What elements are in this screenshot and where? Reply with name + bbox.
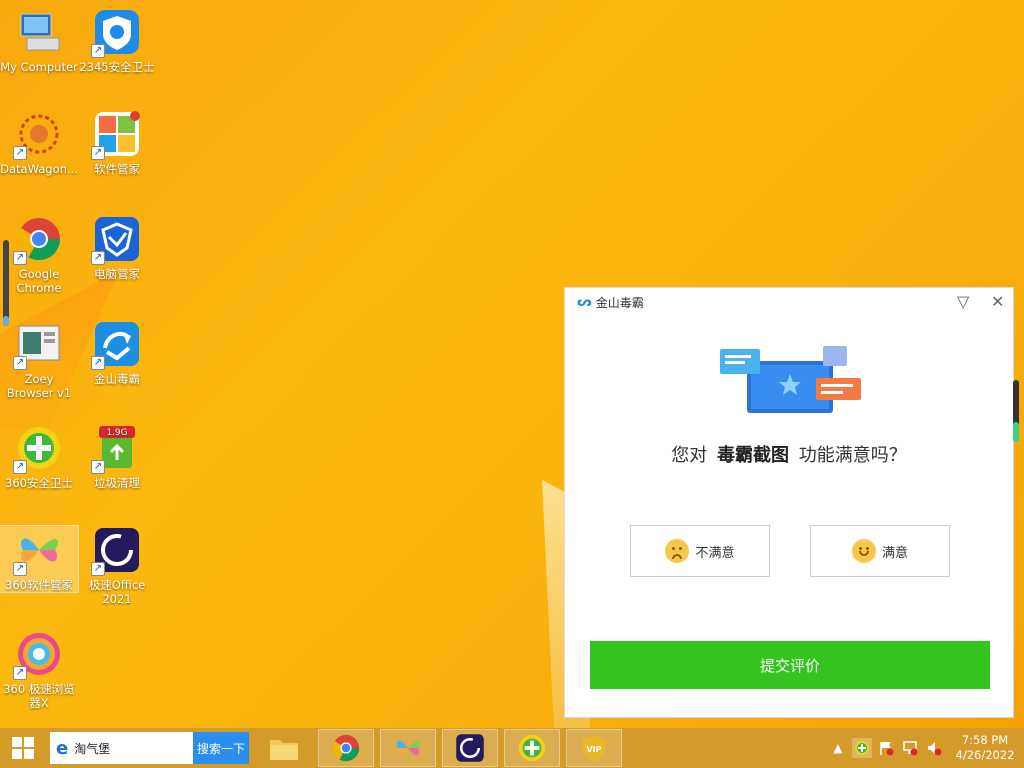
shortcut-arrow-icon: ↗ (13, 460, 27, 474)
desktop-icon-pc-manager[interactable]: ↗ 电脑管家 (78, 215, 156, 281)
taskbar-search-input[interactable]: e 淘气堡 (50, 732, 193, 764)
chrome-icon: ↗ (13, 215, 63, 265)
network-icon[interactable] (900, 738, 920, 758)
svg-text:VIP: VIP (586, 744, 601, 754)
clock-date: 4/26/2022 (955, 748, 1015, 762)
taskbar-clock[interactable]: 7:58 PM 4/26/2022 (946, 733, 1024, 763)
folder-icon (270, 740, 298, 760)
shortcut-arrow-icon: ↗ (13, 251, 27, 265)
start-button[interactable] (0, 728, 46, 768)
popup-title: ᔕ 金山毒霸 (577, 294, 644, 311)
taskbar-jisu-office[interactable] (442, 729, 498, 767)
desktop-icon-360-software[interactable]: ↗ 360软件管家 (0, 525, 79, 593)
desktop-icon-kingsoft-antivirus[interactable]: ↗ 金山毒霸 (78, 320, 156, 386)
kingsoft-icon: ↗ (91, 320, 141, 370)
desktop-icon-junk-cleaner[interactable]: 1.9G ↗ 垃圾清理 (78, 424, 156, 490)
shortcut-arrow-icon: ↗ (91, 356, 105, 370)
shield-icon: ↗ (91, 8, 141, 58)
360-software-icon: ↗ (13, 526, 63, 576)
happy-face-icon (851, 539, 876, 563)
shortcut-arrow-icon: ↗ (13, 666, 27, 680)
shortcut-arrow-icon: ↗ (91, 460, 105, 474)
check-shield-icon: ↗ (91, 215, 141, 265)
360-plus-icon: ↗ (13, 424, 63, 474)
vip-shield-icon: VIP (582, 735, 606, 762)
desktop-icon-360-security[interactable]: ↗ 360安全卫士 (0, 424, 78, 490)
360-plus-icon (518, 734, 546, 762)
satisfied-button[interactable]: 满意 (810, 525, 950, 577)
software-manager-icon: ↗ (91, 110, 141, 160)
shortcut-arrow-icon: ↗ (91, 562, 105, 576)
sad-face-icon (665, 539, 690, 563)
office-icon: ↗ (91, 526, 141, 576)
shortcut-arrow-icon: ↗ (13, 562, 27, 576)
shortcut-arrow-icon: ↗ (91, 44, 105, 58)
taskbar-chrome[interactable] (318, 729, 374, 767)
desktop-icon-zoey-browser[interactable]: ↗ Zoey Browser v1 (0, 320, 78, 400)
desktop-icon-software-manager[interactable]: ↗ 软件管家 (78, 110, 156, 176)
show-hidden-icons-icon[interactable]: ▲ (828, 738, 848, 758)
desktop-icon-jisu-office[interactable]: ↗ 极速Office 2021 (78, 526, 156, 606)
shortcut-arrow-icon: ↗ (91, 146, 105, 160)
popup-title-text: 金山毒霸 (595, 296, 644, 310)
tray-360-icon[interactable] (852, 738, 872, 758)
360-browser-icon: ↗ (13, 630, 63, 680)
taskbar-vip-shield[interactable]: VIP (566, 729, 622, 767)
volume-muted-icon[interactable] (924, 738, 944, 758)
taskbar: e 淘气堡 搜索一下 VIP ▲ 7:58 PM 4/26/2022 (0, 728, 1024, 768)
computer-icon (15, 8, 63, 56)
desktop-icon-2345-security[interactable]: ↗ 2345安全卫士 (78, 8, 156, 74)
storage-badge: 1.9G (106, 428, 127, 438)
taskbar-360-security[interactable] (504, 729, 560, 767)
close-icon[interactable]: ✕ (991, 292, 1004, 311)
shortcut-arrow-icon: ↗ (91, 251, 105, 265)
chrome-icon (332, 734, 360, 762)
recycle-bin-icon: 1.9G ↗ (91, 424, 141, 474)
desktop-icon-360-browser[interactable]: ↗ 360 极速浏览器X (0, 630, 78, 710)
action-center-flag-icon[interactable] (876, 738, 896, 758)
office-icon (456, 734, 484, 762)
kingsoft-logo-icon: ᔕ (577, 295, 592, 310)
screenshot-illustration (720, 346, 861, 413)
satisfaction-question: 您对 毒霸截图 功能满意吗？ (671, 445, 907, 466)
taskbar-file-explorer[interactable] (256, 729, 312, 767)
zoey-browser-icon: ↗ (13, 320, 63, 370)
dissatisfied-button[interactable]: 不满意 (630, 525, 770, 577)
desktop-icon-datawagon[interactable]: ↗ DataWagon... (0, 110, 78, 176)
side-scroll-indicator (1013, 380, 1019, 442)
kingsoft-feedback-popup: ᔕ 金山毒霸 ▽ ✕ 您对 毒霸截图 功能满意吗？ 不满意 满意 提交评价 (564, 287, 1014, 718)
datawagon-icon: ↗ (13, 110, 63, 160)
taskbar-360-software[interactable] (380, 729, 436, 767)
clock-time: 7:58 PM (961, 733, 1009, 747)
ie-icon: e (56, 737, 69, 759)
shortcut-arrow-icon: ↗ (13, 356, 27, 370)
desktop-icon-google-chrome[interactable]: ↗ Google Chrome (0, 215, 78, 295)
windows-logo-icon (12, 737, 34, 759)
feature-name: 毒霸截图 (717, 445, 789, 466)
submit-review-button[interactable]: 提交评价 (590, 641, 990, 689)
collapse-icon[interactable]: ▽ (957, 292, 969, 311)
desktop-icon-my-computer[interactable]: My Computer (0, 8, 78, 74)
system-tray: ▲ 7:58 PM 4/26/2022 (826, 728, 1024, 768)
taskbar-search-button[interactable]: 搜索一下 (193, 732, 249, 764)
360-software-icon (396, 740, 420, 756)
shortcut-arrow-icon: ↗ (13, 146, 27, 160)
